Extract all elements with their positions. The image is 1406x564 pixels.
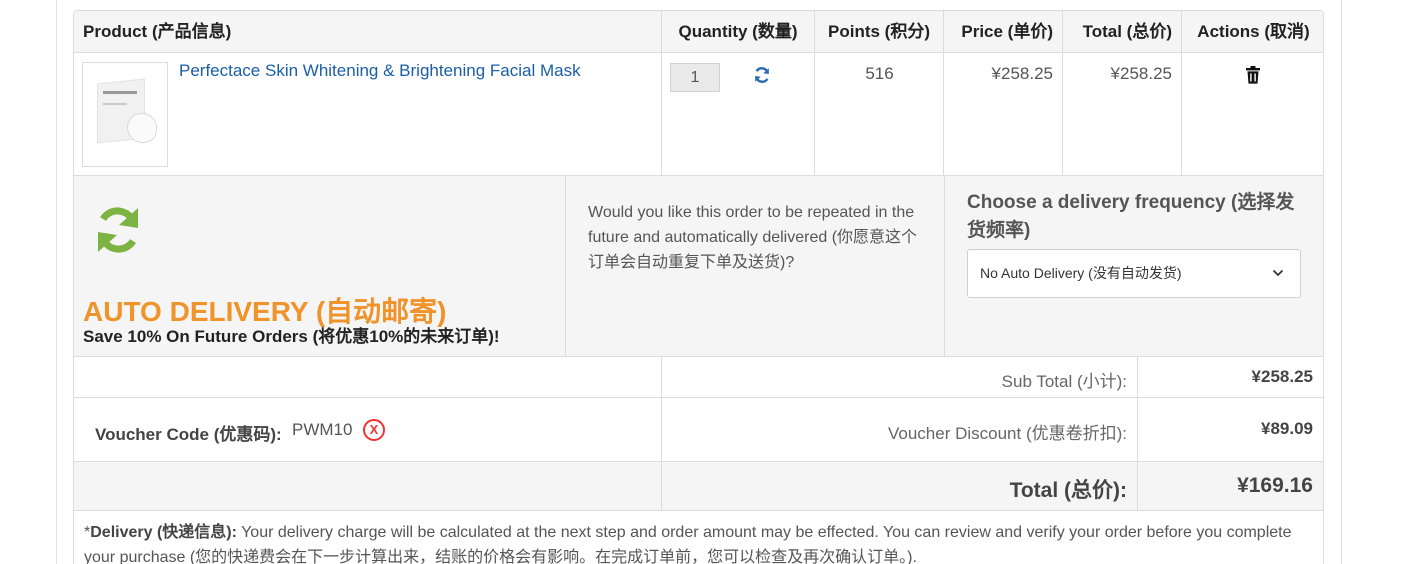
header-actions: Actions (取消) xyxy=(1181,11,1323,53)
header-quantity: Quantity (数量) xyxy=(661,11,814,53)
voucher-row: Voucher Code (优惠码): PWM10 X Voucher Disc… xyxy=(74,397,1323,461)
product-cell: Perfectace Skin Whitening & Brightening … xyxy=(74,53,661,175)
discount-label: Voucher Discount (优惠卷折扣): xyxy=(887,424,1127,443)
quantity-input[interactable]: 1 xyxy=(670,63,720,92)
header-product: Product (产品信息) xyxy=(83,22,232,41)
delivery-frequency-select[interactable]: No Auto Delivery (没有自动发货) xyxy=(967,249,1301,298)
points-value: 516 xyxy=(865,64,894,83)
table-row: Perfectace Skin Whitening & Brightening … xyxy=(74,53,1323,175)
grand-total-row: Total (总价): ¥169.16 xyxy=(74,461,1323,510)
subtotal-value: ¥258.25 xyxy=(1251,367,1313,386)
header-price: Price (单价) xyxy=(943,11,1062,53)
product-image[interactable] xyxy=(82,62,168,167)
quantity-cell: 1 xyxy=(661,53,814,175)
actions-cell xyxy=(1181,53,1323,175)
voucher-code: PWM10 xyxy=(292,420,353,439)
divider xyxy=(944,176,945,356)
header-total: Total (总价) xyxy=(1062,11,1181,53)
totals-table: Sub Total (小计): ¥258.25 Voucher Code (优惠… xyxy=(73,356,1324,510)
discount-value: ¥89.09 xyxy=(1261,419,1313,438)
refresh-icon[interactable] xyxy=(752,65,772,85)
subtotal-row: Sub Total (小计): ¥258.25 xyxy=(74,356,1323,397)
frequency-selected-value: No Auto Delivery (没有自动发货) xyxy=(980,265,1182,281)
cart-table-header: Product (产品信息) Quantity (数量) Points (积分)… xyxy=(74,11,1323,53)
auto-delivery-subtitle: Save 10% On Future Orders (将优惠10%的未来订单)! xyxy=(83,327,500,346)
total-label: Total (总价): xyxy=(1009,479,1127,502)
auto-delivery-section: AUTO DELIVERY (自动邮寄) Save 10% On Future … xyxy=(73,176,1324,356)
divider xyxy=(565,176,566,356)
header-points: Points (积分) xyxy=(814,11,943,53)
trash-icon[interactable] xyxy=(1245,66,1261,84)
cart-table: Product (产品信息) Quantity (数量) Points (积分)… xyxy=(73,10,1324,176)
voucher-label: Voucher Code (优惠码): xyxy=(95,425,282,444)
remove-voucher-icon[interactable]: X xyxy=(363,419,385,441)
chevron-down-icon xyxy=(1272,269,1284,277)
delivery-note: *Delivery (快递信息): Your delivery charge w… xyxy=(73,510,1324,564)
product-link[interactable]: Perfectace Skin Whitening & Brightening … xyxy=(179,61,581,81)
note-title: Delivery (快递信息): xyxy=(90,524,237,541)
price-value: ¥258.25 xyxy=(991,64,1053,83)
line-total-value: ¥258.25 xyxy=(1110,64,1172,83)
note-text: Your delivery charge will be calculated … xyxy=(84,524,1292,564)
price-cell: ¥258.25 xyxy=(943,53,1062,175)
total-cell: ¥258.25 xyxy=(1062,53,1181,175)
subtotal-label: Sub Total (小计): xyxy=(1001,372,1127,391)
points-cell: 516 xyxy=(814,53,943,175)
frequency-label: Choose a delivery frequency (选择发货频率) xyxy=(967,192,1295,241)
total-value: ¥169.16 xyxy=(1237,474,1313,497)
auto-delivery-question: Would you like this order to be repeated… xyxy=(588,204,918,271)
auto-delivery-icon xyxy=(98,207,138,253)
